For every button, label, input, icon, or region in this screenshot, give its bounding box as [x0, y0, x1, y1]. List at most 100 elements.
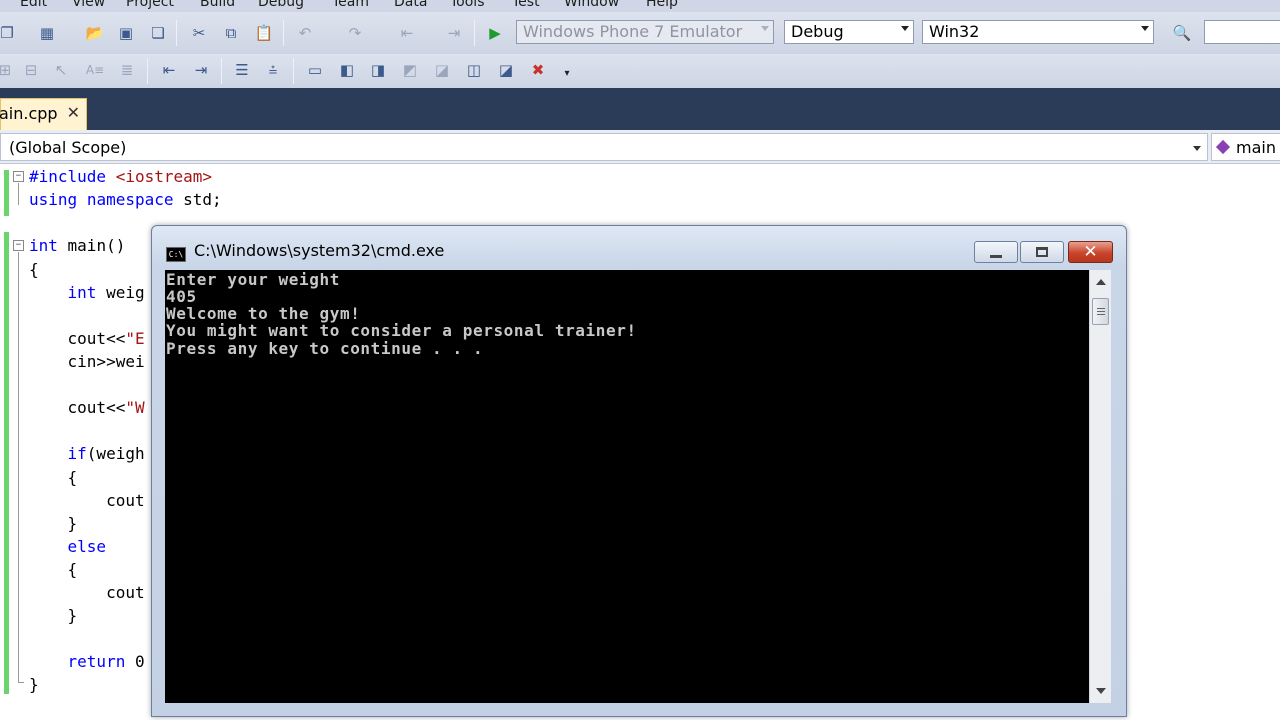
code-line-1: #include <iostream>	[29, 167, 213, 186]
collapse-icon[interactable]: −	[13, 171, 24, 182]
next-bookmark-document-icon[interactable]: ◪	[495, 59, 517, 81]
close-icon[interactable]: ✕	[67, 103, 80, 122]
code-line-13: if(weigh	[67, 444, 145, 463]
method-icon	[1215, 139, 1231, 155]
display-parameter-info-icon[interactable]: ⊟	[20, 59, 42, 81]
copy-icon[interactable]: ⧉	[220, 22, 242, 44]
code-line-23: }	[29, 675, 39, 694]
menu-project[interactable]: Project	[126, 0, 174, 10]
uncomment-icon[interactable]: ⩮	[262, 59, 284, 81]
toolbar-separator	[474, 20, 475, 46]
code-line-19: cout	[29, 583, 145, 602]
deployment-target-select[interactable]: Windows Phone 7 Emulator	[516, 20, 774, 44]
menu-debug[interactable]: Debug	[258, 0, 304, 10]
add-item-icon[interactable]: ▦	[36, 22, 58, 44]
new-project-icon[interactable]: ❐	[0, 22, 18, 44]
close-button[interactable]: ✕	[1068, 241, 1113, 263]
previous-bookmark-folder-icon[interactable]: ◩	[399, 59, 421, 81]
comment-out-icon[interactable]: ☰	[231, 59, 253, 81]
tab-main-cpp[interactable]: ain.cpp ✕	[0, 98, 87, 130]
word-wrap-icon[interactable]: ≣	[116, 59, 138, 81]
save-icon[interactable]: ▣	[115, 22, 137, 44]
paste-icon[interactable]: 📋	[253, 22, 275, 44]
scroll-up-icon[interactable]	[1096, 279, 1106, 285]
code-line-9: cin>>wei	[29, 352, 145, 371]
console-line: 405	[166, 287, 197, 306]
console-line: Press any key to continue . . .	[166, 339, 484, 358]
menu-data[interactable]: Data	[394, 0, 427, 10]
chevron-down-icon	[761, 26, 769, 31]
change-margin	[4, 170, 9, 216]
open-folder-icon[interactable]: 📂	[84, 22, 106, 44]
previous-bookmark-document-icon[interactable]: ◫	[463, 59, 485, 81]
menu-tools[interactable]: Tools	[450, 0, 485, 10]
toolbar-separator	[147, 58, 148, 84]
decrease-indent-icon[interactable]: ⇤	[158, 59, 180, 81]
toggle-bookmark-icon[interactable]: ▭	[304, 59, 326, 81]
code-line-8: cout<<"E	[29, 329, 145, 348]
configuration-select[interactable]: Debug	[784, 20, 914, 44]
code-line-14: {	[29, 468, 78, 487]
code-line-15: cout	[29, 491, 145, 510]
find-input[interactable]	[1204, 20, 1280, 44]
scroll-down-icon[interactable]	[1096, 688, 1106, 694]
member-select[interactable]: main	[1211, 133, 1280, 161]
code-line-18: {	[29, 560, 78, 579]
code-line-22: return 0	[67, 652, 145, 671]
console-line: You might want to consider a personal tr…	[166, 321, 637, 340]
outline-line	[18, 682, 24, 683]
outline-line	[18, 183, 19, 205]
menu-bar: Edit View Project Build Debug Team Data …	[0, 0, 1280, 12]
toolbar-separator	[283, 20, 284, 46]
collapse-icon[interactable]: −	[13, 240, 24, 251]
next-bookmark-folder-icon[interactable]: ◪	[431, 59, 453, 81]
toolbar-separator	[293, 58, 294, 84]
toolbar-separator	[176, 20, 177, 46]
code-line-4: int main()	[29, 236, 126, 255]
navigate-back-icon[interactable]: ⇤	[396, 22, 418, 44]
chevron-down-icon	[1193, 146, 1201, 151]
previous-bookmark-icon[interactable]: ◧	[336, 59, 358, 81]
navigate-forward-icon[interactable]: ⇥	[443, 22, 465, 44]
change-margin	[4, 232, 9, 694]
toolbar-separator	[221, 58, 222, 84]
platform-select[interactable]: Win32	[922, 20, 1154, 44]
console-window[interactable]: C:\ C:\Windows\system32\cmd.exe ✕ Enter y…	[151, 225, 1127, 717]
next-bookmark-icon[interactable]: ◨	[367, 59, 389, 81]
menu-window[interactable]: Window	[564, 0, 619, 10]
menu-help[interactable]: Help	[646, 0, 678, 10]
complete-word-icon[interactable]: A≡	[84, 59, 106, 81]
menu-edit[interactable]: Edit	[20, 0, 47, 10]
console-icon: C:\	[166, 247, 186, 262]
cut-icon[interactable]: ✂	[188, 22, 210, 44]
console-line: Enter your weight	[166, 270, 340, 289]
menu-build[interactable]: Build	[200, 0, 235, 10]
standard-toolbar: ❐ ▦ 📂 ▣ ❏ ✂ ⧉ 📋 ↶ ↷ ⇤ ⇥ ▶ Windows Phone …	[0, 12, 1280, 54]
console-title-bar[interactable]: C:\ C:\Windows\system32\cmd.exe	[166, 241, 444, 262]
maximize-button[interactable]	[1020, 241, 1064, 263]
chevron-down-icon	[1141, 26, 1149, 31]
clear-bookmarks-icon[interactable]: ✖	[527, 59, 549, 81]
display-quick-info-icon[interactable]: ↖	[50, 59, 72, 81]
display-object-member-list-icon[interactable]: ⊞	[0, 59, 16, 81]
menu-test[interactable]: Test	[512, 0, 540, 10]
code-line-11: cout<<"W	[29, 398, 145, 417]
code-line-17: else	[67, 537, 107, 556]
console-output[interactable]: Enter your weight 405 Welcome to the gym…	[165, 270, 1089, 703]
save-all-icon[interactable]: ❏	[147, 22, 169, 44]
menu-view[interactable]: View	[72, 0, 105, 10]
console-scrollbar[interactable]	[1089, 270, 1111, 703]
find-in-files-icon[interactable]: 🔍	[1171, 22, 1193, 44]
start-debugging-icon[interactable]: ▶	[484, 22, 506, 44]
undo-icon[interactable]: ↶	[294, 22, 316, 44]
redo-icon[interactable]: ↷	[344, 22, 366, 44]
close-icon: ✕	[1083, 242, 1098, 262]
maximize-icon	[1036, 247, 1048, 257]
scroll-thumb[interactable]	[1092, 298, 1109, 325]
minimize-button[interactable]	[974, 241, 1018, 263]
chevron-down-icon	[901, 26, 909, 31]
scope-select[interactable]: (Global Scope)	[0, 133, 1208, 161]
toolbar-options-icon[interactable]: ▾	[556, 62, 578, 84]
increase-indent-icon[interactable]: ⇥	[190, 59, 212, 81]
menu-team[interactable]: Team	[332, 0, 369, 10]
